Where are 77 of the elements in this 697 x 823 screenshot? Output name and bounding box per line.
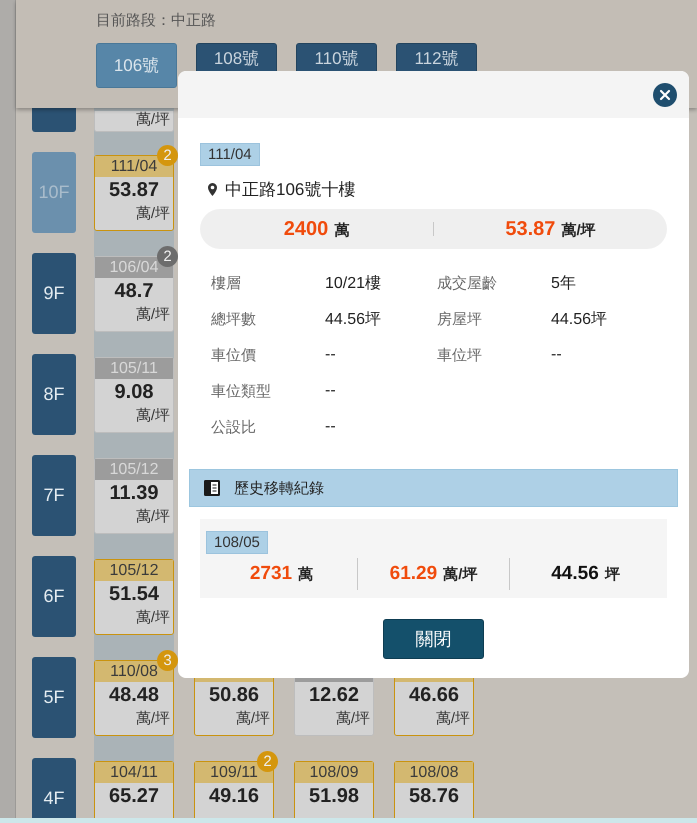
sale-date: 108/08 bbox=[395, 762, 473, 783]
history-title: 歷史移轉紀錄 bbox=[234, 478, 324, 498]
price-card[interactable]: 105/12 11.39 萬/坪 bbox=[94, 458, 174, 534]
price-unit: 萬/坪 bbox=[134, 608, 171, 628]
date-tag: 111/04 bbox=[200, 143, 260, 166]
price-unit: 萬/坪 bbox=[134, 406, 171, 426]
sale-date: 105/12 bbox=[95, 459, 173, 480]
price-unit: 萬/坪 bbox=[234, 709, 271, 729]
unit-price: 50.86 bbox=[208, 683, 260, 708]
price-unit: 萬/坪 bbox=[134, 305, 171, 325]
date-tag: 108/05 bbox=[206, 531, 268, 554]
unit-price: 49.16 bbox=[208, 784, 260, 809]
price-unit: 萬/坪 bbox=[334, 709, 371, 729]
price-unit: 萬/坪 bbox=[134, 709, 171, 729]
sale-date: 105/11 bbox=[95, 358, 173, 379]
book-icon bbox=[204, 480, 220, 496]
unit-price: 11.39 bbox=[108, 481, 160, 506]
price-value: 53.87 bbox=[505, 218, 556, 240]
unit-price: 46.66 bbox=[408, 683, 460, 708]
unit-price: 58.76 bbox=[408, 784, 460, 809]
record-unit: 坪 bbox=[604, 565, 620, 584]
close-icon[interactable] bbox=[653, 82, 677, 106]
price-unit: 萬/坪 bbox=[134, 507, 171, 527]
detail-value: -- bbox=[325, 418, 337, 436]
unit-price: 48.7 bbox=[114, 279, 154, 304]
price-card[interactable]: 108/08 58.76 bbox=[394, 761, 474, 818]
road-section-title: 目前路段：中正路 bbox=[96, 11, 217, 31]
unit-price: 53.87 bbox=[108, 178, 160, 203]
price-unit: 萬/坪 bbox=[134, 110, 171, 130]
record-value: 61.29 bbox=[390, 563, 438, 585]
floor-label[interactable]: 6F bbox=[32, 556, 76, 637]
price-card[interactable]: 108/09 51.98 bbox=[294, 761, 374, 818]
detail-value: -- bbox=[325, 382, 337, 400]
price-card[interactable]: 105/12 51.54 萬/坪 bbox=[94, 559, 174, 635]
address: 中正路106號十樓 bbox=[225, 179, 356, 201]
detail-value: 5年 bbox=[551, 274, 577, 294]
record-value: 2731 bbox=[250, 563, 292, 585]
close-button[interactable]: 關閉 bbox=[383, 619, 484, 659]
record-value: 44.56 bbox=[551, 563, 599, 585]
floor-label[interactable]: 4F bbox=[32, 758, 76, 818]
floor-label[interactable]: 8F bbox=[32, 354, 76, 435]
floor-label[interactable]: 5F bbox=[32, 657, 76, 738]
detail-label: 車位類型 bbox=[211, 382, 272, 400]
detail-value: -- bbox=[325, 346, 337, 364]
detail-label: 公設比 bbox=[211, 418, 257, 436]
unit-price: 48.48 bbox=[108, 683, 160, 708]
unit-price: 65.27 bbox=[108, 784, 160, 809]
price-value: 2400 bbox=[284, 218, 328, 240]
price-card[interactable]: 104/11 65.27 bbox=[94, 761, 174, 818]
detail-value: -- bbox=[551, 346, 563, 364]
sale-date: 108/09 bbox=[295, 762, 373, 783]
price-unit: 萬 bbox=[334, 220, 350, 240]
unit-price: 51.54 bbox=[108, 582, 160, 607]
detail-value: 44.56坪 bbox=[325, 310, 382, 330]
floor-label[interactable]: 9F bbox=[32, 253, 76, 334]
unit-price: 12.62 bbox=[308, 683, 360, 708]
detail-label: 樓層 bbox=[211, 274, 242, 292]
unit-price: 51.98 bbox=[308, 784, 360, 809]
price-unit: 萬/坪 bbox=[561, 220, 596, 240]
price-unit: 萬/坪 bbox=[134, 204, 171, 224]
record-unit: 萬 bbox=[298, 565, 314, 584]
floor-label[interactable]: 7F bbox=[32, 455, 76, 536]
location-pin-icon bbox=[208, 183, 217, 196]
detail-label: 車位坪 bbox=[437, 346, 483, 364]
detail-label: 總坪數 bbox=[211, 310, 257, 328]
sale-date: 105/12 bbox=[95, 560, 173, 581]
detail-value: 44.56坪 bbox=[551, 310, 608, 330]
sale-date: 104/11 bbox=[95, 762, 173, 783]
price-card[interactable]: 105/11 9.08 萬/坪 bbox=[94, 357, 174, 433]
unit-price: 9.08 bbox=[114, 380, 154, 405]
detail-label: 成交屋齡 bbox=[437, 274, 498, 292]
detail-value: 10/21樓 bbox=[325, 274, 382, 294]
detail-label: 房屋坪 bbox=[437, 310, 483, 328]
record-unit: 萬/坪 bbox=[443, 565, 478, 584]
detail-label: 車位價 bbox=[211, 346, 257, 364]
price-card[interactable]: 萬/坪 bbox=[94, 111, 174, 132]
price-unit: 萬/坪 bbox=[434, 709, 471, 729]
